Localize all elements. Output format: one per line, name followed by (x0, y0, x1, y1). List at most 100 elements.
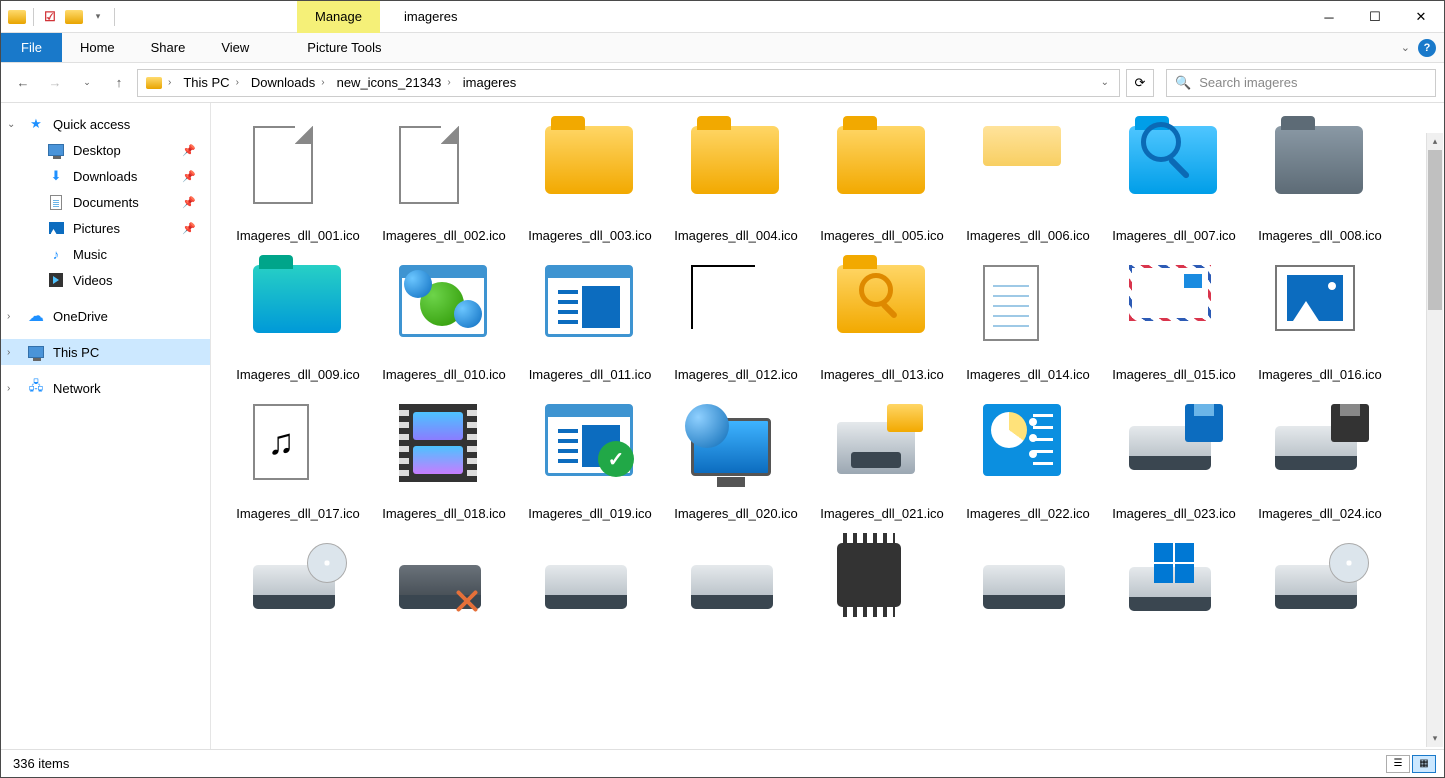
ribbon-expand-icon[interactable]: ⌄ (1401, 41, 1410, 54)
file-name: Imageres_dll_017.ico (228, 505, 368, 522)
file-name: Imageres_dll_018.ico (374, 505, 514, 522)
expand-icon[interactable]: › (7, 347, 10, 358)
file-item[interactable] (663, 532, 809, 648)
file-item[interactable]: Imageres_dll_008.ico (1247, 115, 1393, 248)
maximize-button[interactable]: ☐ (1352, 1, 1398, 33)
sidebar-desktop[interactable]: Desktop📌 (1, 137, 210, 163)
sidebar-thispc[interactable]: ›This PC (1, 339, 210, 365)
home-tab[interactable]: Home (62, 33, 133, 62)
file-item[interactable]: ✓Imageres_dll_019.ico (517, 393, 663, 526)
file-item[interactable]: Imageres_dll_002.ico (371, 115, 517, 248)
expand-icon[interactable]: › (7, 311, 10, 322)
sidebar-videos[interactable]: Videos (1, 267, 210, 293)
breadcrumb-newicons[interactable]: new_icons_21343› (331, 70, 457, 96)
file-name: Imageres_dll_009.ico (228, 366, 368, 383)
sidebar-network[interactable]: ›🖧Network (1, 375, 210, 401)
file-name: Imageres_dll_024.ico (1250, 505, 1390, 522)
file-item[interactable]: Imageres_dll_003.ico (517, 115, 663, 248)
view-tab[interactable]: View (203, 33, 267, 62)
history-dropdown[interactable]: ⌄ (73, 69, 101, 97)
pc-icon (27, 343, 45, 361)
chevron-right-icon[interactable]: › (321, 77, 324, 88)
file-view[interactable]: Imageres_dll_001.icoImageres_dll_002.ico… (211, 103, 1444, 749)
file-item[interactable]: Imageres_dll_012.ico (663, 254, 809, 387)
file-item[interactable]: Imageres_dll_016.ico (1247, 254, 1393, 387)
folder-icon (7, 7, 27, 27)
file-name: Imageres_dll_021.ico (812, 505, 952, 522)
file-item[interactable]: Imageres_dll_022.ico (955, 393, 1101, 526)
address-dropdown-icon[interactable]: ⌄ (1093, 77, 1117, 88)
scroll-up-button[interactable]: ▴ (1427, 133, 1443, 150)
scrollbar[interactable]: ▴ ▾ (1426, 133, 1443, 747)
file-name: Imageres_dll_012.ico (666, 366, 806, 383)
file-item[interactable]: Imageres_dll_020.ico (663, 393, 809, 526)
file-item[interactable]: Imageres_dll_007.ico (1101, 115, 1247, 248)
file-item[interactable]: Imageres_dll_006.ico (955, 115, 1101, 248)
file-item[interactable] (517, 532, 663, 648)
sidebar-quickaccess[interactable]: ⌄★Quick access (1, 111, 210, 137)
file-item[interactable]: Imageres_dll_024.ico (1247, 393, 1393, 526)
file-item[interactable]: Imageres_dll_014.ico (955, 254, 1101, 387)
close-button[interactable]: ✕ (1398, 1, 1444, 33)
file-item[interactable]: Imageres_dll_018.ico (371, 393, 517, 526)
refresh-button[interactable]: ⟳ (1126, 69, 1154, 97)
breadcrumb-downloads[interactable]: Downloads› (245, 70, 331, 96)
chevron-right-icon[interactable]: › (236, 77, 239, 88)
file-item[interactable]: Imageres_dll_009.ico (225, 254, 371, 387)
icons-view-button[interactable]: ▦ (1412, 755, 1436, 773)
file-tab[interactable]: File (1, 33, 62, 62)
search-input[interactable]: 🔍 Search imageres (1166, 69, 1436, 97)
file-item[interactable]: Imageres_dll_011.ico (517, 254, 663, 387)
up-button[interactable]: ↑ (105, 69, 133, 97)
file-icon (684, 397, 788, 501)
file-item[interactable] (955, 532, 1101, 648)
help-icon[interactable]: ? (1418, 39, 1436, 57)
sidebar-music[interactable]: ♪Music (1, 241, 210, 267)
file-item[interactable] (1101, 532, 1247, 648)
back-button[interactable]: ← (9, 69, 37, 97)
scroll-thumb[interactable] (1428, 150, 1442, 310)
file-icon (684, 258, 788, 362)
file-item[interactable]: Imageres_dll_005.ico (809, 115, 955, 248)
file-item[interactable]: Imageres_dll_001.ico (225, 115, 371, 248)
file-item[interactable] (371, 532, 517, 648)
file-item[interactable]: Imageres_dll_021.ico (809, 393, 955, 526)
chevron-right-icon[interactable]: › (168, 77, 171, 88)
scroll-down-button[interactable]: ▾ (1427, 730, 1443, 747)
new-folder-icon[interactable] (64, 7, 84, 27)
file-name: Imageres_dll_003.ico (520, 227, 660, 244)
file-icon (538, 536, 642, 640)
file-name: Imageres_dll_014.ico (958, 366, 1098, 383)
file-item[interactable] (225, 532, 371, 648)
qat-dropdown-icon[interactable]: ▾ (88, 7, 108, 27)
file-item[interactable] (1247, 532, 1393, 648)
file-name: Imageres_dll_019.ico (520, 505, 660, 522)
file-name: Imageres_dll_011.ico (520, 366, 660, 383)
collapse-icon[interactable]: ⌄ (7, 119, 15, 130)
sidebar-downloads[interactable]: ⬇Downloads📌 (1, 163, 210, 189)
sidebar-documents[interactable]: Documents📌 (1, 189, 210, 215)
details-view-button[interactable]: ☰ (1386, 755, 1410, 773)
file-item[interactable]: ♫Imageres_dll_017.ico (225, 393, 371, 526)
share-tab[interactable]: Share (133, 33, 204, 62)
sidebar-pictures[interactable]: Pictures📌 (1, 215, 210, 241)
file-item[interactable]: Imageres_dll_010.ico (371, 254, 517, 387)
file-item[interactable]: Imageres_dll_013.ico (809, 254, 955, 387)
forward-button[interactable]: → (41, 69, 69, 97)
manage-tab[interactable]: Manage (297, 1, 380, 33)
picture-tools-tab[interactable]: Picture Tools (289, 33, 399, 62)
file-item[interactable]: Imageres_dll_023.ico (1101, 393, 1247, 526)
minimize-button[interactable]: ─ (1306, 1, 1352, 33)
breadcrumb-imageres[interactable]: imageres (457, 70, 522, 96)
expand-icon[interactable]: › (7, 383, 10, 394)
file-item[interactable]: Imageres_dll_015.ico (1101, 254, 1247, 387)
ribbon: File Home Share View Picture Tools ⌄ ? (1, 33, 1444, 63)
file-item[interactable]: Imageres_dll_004.ico (663, 115, 809, 248)
sidebar-onedrive[interactable]: ›☁OneDrive (1, 303, 210, 329)
properties-icon[interactable]: ☑ (40, 7, 60, 27)
file-item[interactable] (809, 532, 955, 648)
chevron-right-icon[interactable]: › (447, 77, 450, 88)
titlebar: ☑ ▾ Manage imageres ─ ☐ ✕ (1, 1, 1444, 33)
address-bar[interactable]: › This PC› Downloads› new_icons_21343› i… (137, 69, 1120, 97)
breadcrumb-thispc[interactable]: This PC› (177, 70, 245, 96)
